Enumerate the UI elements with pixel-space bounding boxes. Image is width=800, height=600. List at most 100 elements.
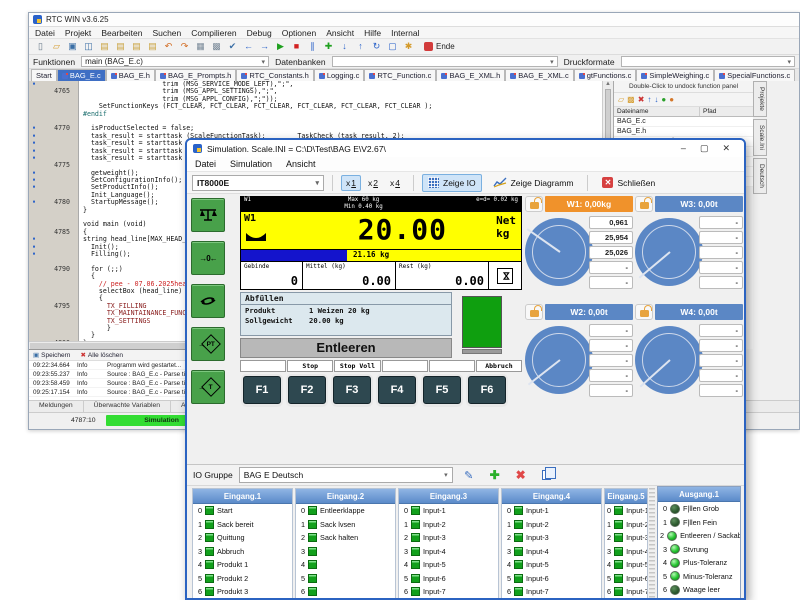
device-combo[interactable]: IT8000E ▾ — [192, 175, 324, 191]
io-input-row[interactable]: 4 Input-5 — [605, 558, 647, 572]
ide-menu-item[interactable]: Internal — [391, 28, 419, 38]
input-led-icon[interactable] — [614, 547, 623, 556]
weight-knob[interactable] — [525, 218, 593, 286]
toolbar-icon[interactable]: ▤ — [113, 40, 128, 53]
input-led-icon[interactable] — [205, 560, 214, 569]
input-led-icon[interactable] — [308, 547, 317, 556]
preset-value[interactable]: 0,961 — [589, 216, 633, 229]
io-input-row[interactable]: 6 Input-7 — [399, 585, 498, 599]
toolbar-icon[interactable]: → — [257, 40, 272, 53]
weight-knob[interactable] — [635, 326, 703, 394]
lock-button[interactable] — [525, 304, 543, 320]
io-output-row[interactable]: 1 F|llen Fein — [658, 516, 740, 530]
io-input-row[interactable]: 6 — [296, 585, 395, 599]
preset-value[interactable]: - — [699, 354, 743, 367]
toolbar-icon[interactable]: ↓ — [337, 40, 352, 53]
ide-menu-item[interactable]: Datei — [35, 28, 55, 38]
io-output-row[interactable]: 0 F|llen Grob — [658, 502, 740, 516]
panel-toolbar-icon[interactable]: ● — [669, 95, 674, 104]
io-output-row[interactable]: 7 Charge fertig — [658, 597, 740, 600]
preset-value[interactable]: - — [699, 216, 743, 229]
input-led-icon[interactable] — [514, 533, 523, 542]
toggle-scale-button[interactable] — [191, 284, 225, 318]
delete-group-button[interactable]: ✖ — [511, 466, 531, 484]
io-input-row[interactable]: 2 Quittung — [193, 531, 292, 545]
panel-toolbar-icon[interactable]: ▱ — [618, 95, 624, 104]
input-led-icon[interactable] — [411, 574, 420, 583]
lock-button[interactable] — [635, 304, 653, 320]
file-tab[interactable]: Start — [31, 69, 57, 81]
input-led-icon[interactable] — [308, 533, 317, 542]
input-led-icon[interactable] — [614, 574, 623, 583]
io-input-row[interactable]: 0 Start — [193, 504, 292, 518]
weight-knob[interactable] — [635, 218, 703, 286]
input-led-icon[interactable] — [411, 506, 420, 515]
preset-value[interactable]: - — [699, 324, 743, 337]
toolbar-icon[interactable]: ↻ — [369, 40, 384, 53]
io-input-row[interactable]: 2 Input-3 — [399, 531, 498, 545]
lock-button[interactable] — [635, 196, 653, 212]
io-input-row[interactable]: 4 — [296, 558, 395, 572]
io-input-row[interactable]: 3 Input-4 — [399, 545, 498, 559]
file-tab[interactable]: RTC_Constants.h — [236, 69, 313, 81]
io-input-row[interactable]: 4 Input-5 — [399, 558, 498, 572]
io-input-row[interactable]: 5 Input-6 — [605, 572, 647, 586]
file-tab[interactable]: SpecialFunctions.c — [714, 69, 795, 81]
log-clear-button[interactable]: ✖ Alle löschen — [80, 351, 123, 359]
panel-toolbar-icon[interactable]: ● — [661, 95, 666, 104]
io-input-row[interactable]: 5 Produkt 2 — [193, 572, 292, 586]
function-key[interactable]: F6 — [468, 376, 506, 404]
io-input-row[interactable]: 5 — [296, 572, 395, 586]
toolbar-icon[interactable]: ▣ — [65, 40, 80, 53]
bottom-tab[interactable]: Meldungen — [29, 401, 84, 412]
file-tab[interactable]: SimpleWeighing.c — [636, 69, 714, 81]
io-input-row[interactable]: 2 Input-3 — [502, 531, 601, 545]
weight-knob[interactable] — [525, 326, 593, 394]
input-led-icon[interactable] — [514, 547, 523, 556]
softkey[interactable]: Stop — [287, 360, 333, 372]
input-led-icon[interactable] — [411, 533, 420, 542]
input-led-icon[interactable] — [205, 587, 214, 596]
scale-select-button[interactable] — [191, 198, 225, 232]
ide-menu-item[interactable]: Ansicht — [326, 28, 354, 38]
file-tab[interactable]: RTC_Function.c — [364, 69, 436, 81]
io-input-row[interactable]: 2 Input-3 — [605, 531, 647, 545]
io-input-row[interactable]: 4 Produkt 1 — [193, 558, 292, 572]
input-led-icon[interactable] — [514, 574, 523, 583]
file-tab[interactable]: BAG_E_XML.h — [436, 69, 505, 81]
io-output-row[interactable]: 6 Waage leer — [658, 583, 740, 597]
softkey[interactable] — [382, 360, 428, 372]
io-input-row[interactable]: 0 Input-1 — [502, 504, 601, 518]
file-tab[interactable]: BAG_E.h — [106, 69, 155, 81]
file-list-item[interactable]: BAG_E.c — [614, 117, 753, 127]
zero-button[interactable]: →0← — [191, 241, 225, 275]
input-led-icon[interactable] — [614, 533, 623, 542]
input-led-icon[interactable] — [308, 560, 317, 569]
function-key[interactable]: F5 — [423, 376, 461, 404]
preset-value[interactable]: - — [589, 384, 633, 397]
preset-value[interactable]: - — [589, 276, 633, 289]
input-led-icon[interactable] — [614, 506, 623, 515]
file-tab[interactable]: Logging.c — [314, 69, 365, 81]
datenbanken-combo[interactable]: ▾ — [332, 56, 558, 67]
ide-menu-item[interactable]: Optionen — [282, 28, 317, 38]
ide-menu-item[interactable]: Compilieren — [191, 28, 236, 38]
input-led-icon[interactable] — [411, 587, 420, 596]
input-led-icon[interactable] — [308, 574, 317, 583]
toolbar-icon[interactable]: ▤ — [145, 40, 160, 53]
toolbar-icon[interactable]: ▯ — [33, 40, 48, 53]
close-button[interactable]: ✕ — [722, 143, 730, 154]
file-tab[interactable]: BAG_E_XML.c — [505, 69, 573, 81]
druckformate-combo[interactable]: ▾ — [621, 56, 795, 67]
io-input-row[interactable]: 6 Input-7 — [502, 585, 601, 599]
zoom-button[interactable]: x2 — [363, 175, 383, 191]
schliessen-button[interactable]: ✕ Schließen — [596, 174, 661, 192]
preset-value[interactable]: - — [589, 324, 633, 337]
toolbar-icon[interactable]: ▤ — [97, 40, 112, 53]
io-input-row[interactable]: 3 Input-4 — [605, 545, 647, 559]
preset-value[interactable]: - — [589, 354, 633, 367]
side-tab[interactable]: Scale.Ini — [753, 119, 767, 156]
function-key[interactable]: F3 — [333, 376, 371, 404]
io-input-row[interactable]: 3 Input-4 — [502, 545, 601, 559]
tare-button[interactable]: → T — [191, 370, 225, 404]
